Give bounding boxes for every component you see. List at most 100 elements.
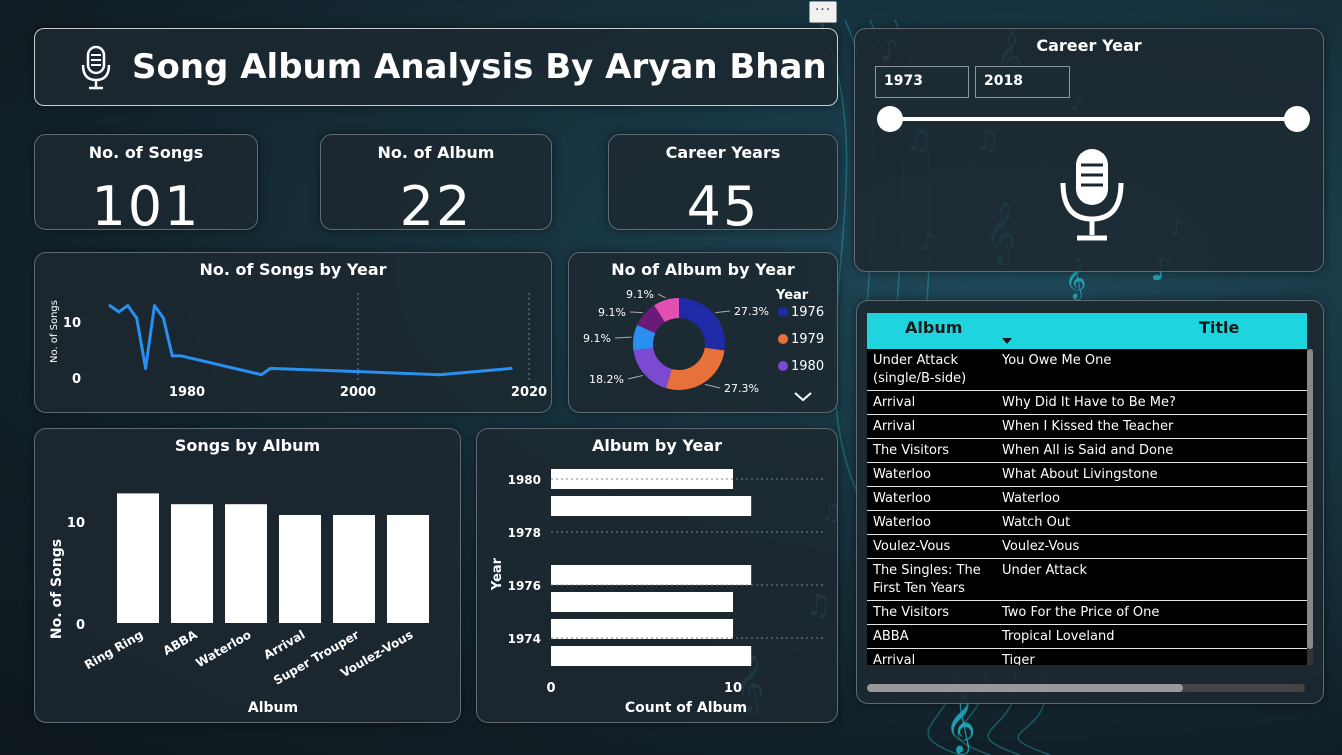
table-row[interactable]: Under Attack (single/B-side) You Owe Me O… [867, 349, 1307, 391]
sort-descending-icon[interactable] [1001, 337, 1013, 345]
leader-line [715, 310, 731, 314]
y-tick-label: 10 [63, 316, 81, 331]
table-row[interactable]: Voulez-Vous Voulez-Vous [867, 535, 1307, 559]
x-tick-label: Arrival [261, 627, 307, 662]
songs-by-album-chart[interactable]: Songs by Album No. of Songs 10 0 Album R… [34, 428, 461, 723]
start-year-input[interactable]: 1973 [875, 66, 969, 98]
bar-chart-svg: No. of Songs 10 0 Album Ring Ring ABBAWat… [49, 493, 429, 716]
microphone-icon [81, 45, 111, 90]
line-point[interactable] [268, 366, 272, 370]
kpi-value: 45 [686, 175, 760, 238]
kpi-albums-card[interactable]: No. of Album 22 [320, 134, 552, 238]
x-tick-label: Waterloo [193, 627, 253, 670]
legend-item[interactable]: 1980 [791, 359, 824, 374]
title-cell: Why Did It Have to Be Me? [1002, 395, 1176, 410]
line-point[interactable] [161, 316, 165, 320]
legend-marker [778, 334, 788, 344]
bar[interactable] [551, 646, 752, 666]
bar[interactable] [117, 493, 159, 623]
y-axis-label: No. of Songs [49, 539, 65, 639]
leader-line [657, 293, 666, 299]
line-series[interactable] [109, 304, 512, 377]
line-point[interactable] [170, 354, 174, 358]
line-point[interactable] [126, 304, 130, 308]
data-label: 9.1% [598, 306, 626, 319]
line-point[interactable] [509, 366, 513, 370]
table-row[interactable]: Arrival When I Kissed the Teacher [867, 415, 1307, 439]
title-cell: Under Attack [1002, 563, 1087, 578]
bar[interactable] [333, 515, 375, 623]
horizontal-scrollbar[interactable] [867, 684, 1305, 692]
donut-slice[interactable] [679, 298, 725, 351]
line-point[interactable] [135, 316, 139, 320]
title-cell: Tropical Loveland [1002, 629, 1115, 644]
table-row[interactable]: Arrival Tiger [867, 649, 1307, 665]
table-row[interactable]: ABBA Tropical Loveland [867, 625, 1307, 649]
slicer-title: Career Year [1036, 36, 1142, 55]
y-axis-label: No. of Songs [49, 300, 60, 363]
table-row[interactable]: Waterloo Waterloo [867, 487, 1307, 511]
leader-line [627, 374, 643, 380]
title-cell: Two For the Price of One [1002, 605, 1160, 620]
table-row[interactable]: Waterloo Watch Out [867, 511, 1307, 535]
table-row[interactable]: The Visitors When All is Said and Done [867, 439, 1307, 463]
title-cell: You Owe Me One [1002, 353, 1112, 368]
vertical-scrollbar[interactable] [1307, 349, 1313, 665]
album-cell: The Singles: The First Ten Years [873, 563, 981, 596]
line-point[interactable] [260, 373, 263, 377]
scrollbar-thumb[interactable] [1307, 349, 1313, 649]
x-tick-label: ABBA [161, 627, 201, 658]
legend-item[interactable]: 1976 [791, 305, 824, 320]
table-row[interactable]: Arrival Why Did It Have to Be Me? [867, 391, 1307, 415]
line-point[interactable] [144, 366, 148, 370]
album-cell: Arrival [873, 653, 916, 665]
y-axis-label: Year [490, 557, 505, 591]
line-point[interactable] [108, 304, 112, 308]
line-point[interactable] [153, 304, 156, 308]
career-year-slicer[interactable]: Career Year 1973 2018 [854, 28, 1324, 272]
kpi-label: Career Years [665, 143, 781, 162]
title-cell: When I Kissed the Teacher [1002, 419, 1174, 434]
more-options-button[interactable]: ··· [809, 1, 837, 23]
y-tick-label: 10 [67, 516, 85, 531]
bar[interactable] [551, 565, 752, 585]
line-point[interactable] [438, 373, 442, 377]
table-row[interactable]: The Visitors Two For the Price of One [867, 601, 1307, 625]
donut-chart-svg: Year 27.3%27.3%18.2%9.1%9.1%9.1%19761979… [583, 288, 824, 402]
line-point[interactable] [117, 310, 121, 314]
bar[interactable] [225, 504, 267, 623]
line-point[interactable] [179, 354, 183, 358]
title-cell: When All is Said and Done [1002, 443, 1174, 458]
album-cell: ABBA [873, 629, 909, 644]
bar[interactable] [279, 515, 321, 623]
donut-slice[interactable] [633, 347, 672, 389]
y-tick-label: 1978 [508, 526, 541, 540]
kpi-songs-card[interactable]: No. of Songs 101 [34, 134, 258, 238]
x-tick-label: 10 [724, 681, 742, 696]
bar[interactable] [551, 619, 733, 639]
column-header-title[interactable]: Title [1199, 318, 1239, 337]
scrollbar-thumb[interactable] [867, 684, 1183, 692]
kpi-value: 101 [91, 175, 201, 238]
table-row[interactable]: Waterloo What About Livingstone [867, 463, 1307, 487]
legend-scroll-down-icon[interactable] [794, 392, 812, 402]
kpi-career-years-card[interactable]: Career Years 45 [608, 134, 838, 238]
songs-by-year-chart[interactable]: No. of Songs by Year No. of Songs 10 0 1… [34, 252, 552, 413]
donut-slice[interactable] [666, 347, 725, 390]
bar[interactable] [387, 515, 429, 623]
column-header-album[interactable]: Album [905, 318, 962, 337]
x-tick-label: 2000 [340, 385, 376, 400]
album-by-year-donut-chart[interactable]: No of Album by Year Year 27.3% 27.3% 18.2%… [568, 252, 838, 413]
album-by-year-chart[interactable]: Album by Year Year 0 10 Count of Album 1… [476, 428, 838, 723]
table-row[interactable]: The Singles: The First Ten Years Under At… [867, 559, 1307, 601]
end-year-input[interactable]: 2018 [975, 66, 1070, 98]
slider-start-handle[interactable] [877, 106, 903, 132]
bar[interactable] [551, 592, 733, 612]
legend-item[interactable]: 1979 [791, 332, 824, 347]
kpi-value: 22 [399, 175, 473, 238]
bar[interactable] [171, 504, 213, 623]
slider-end-handle[interactable] [1284, 106, 1310, 132]
bar[interactable] [551, 496, 752, 516]
slider-track[interactable] [891, 117, 1299, 121]
album-title-table[interactable]: Album Title Under Attack (single/B-side)… [856, 300, 1324, 704]
